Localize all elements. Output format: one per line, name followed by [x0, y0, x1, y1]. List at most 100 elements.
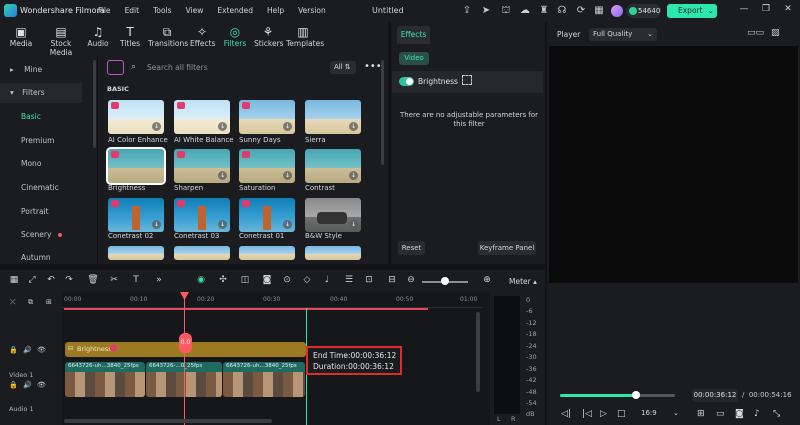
headset-icon[interactable]: ☊ — [556, 5, 568, 17]
sidebar-item-portrait[interactable]: Portrait — [0, 202, 97, 222]
list-icon[interactable]: ☰ — [343, 275, 355, 285]
menu-tools[interactable]: Tools — [153, 6, 171, 15]
filter-thumb-bw-style[interactable]: ↓ — [305, 198, 361, 232]
playhead[interactable] — [184, 292, 185, 425]
gift-icon[interactable]: ⛫ — [500, 5, 512, 17]
filter-thumb-partial[interactable] — [305, 246, 361, 260]
delete-icon[interactable]: 🗑 — [87, 275, 99, 285]
sidebar-item-mono[interactable]: Mono — [0, 154, 97, 174]
aspect-ratio-dropdown[interactable]: 16:9 ⌄ — [641, 409, 681, 421]
keyframe-panel-button[interactable]: Keyframe Panel — [478, 241, 536, 255]
menu-extended[interactable]: Extended — [217, 6, 253, 15]
menu-view[interactable]: View — [186, 6, 204, 15]
download-icon[interactable]: ↓ — [349, 122, 358, 131]
add-track-icon[interactable]: ⤫ — [10, 298, 16, 307]
play-icon[interactable]: ▷ — [600, 409, 607, 419]
search-input[interactable]: Search all filters — [147, 62, 327, 74]
filter-thumb-partial[interactable] — [108, 246, 164, 260]
microphone-icon[interactable]: ♩ — [321, 275, 333, 285]
download-icon[interactable]: ↓ — [283, 220, 292, 229]
audio-mix-icon[interactable]: ⊞ — [46, 298, 52, 306]
filter-thumb-sierra[interactable]: ↓ — [305, 100, 361, 134]
snapshot-icon[interactable]: ▨ — [771, 28, 780, 38]
mute-icon[interactable]: 🔊 — [23, 346, 32, 354]
current-time[interactable]: 00:00:36:12 — [692, 389, 738, 402]
lock-icon[interactable]: 🔒 — [9, 381, 18, 389]
zoom-out-icon[interactable]: ⊖ — [405, 275, 417, 285]
sidebar-item-basic[interactable]: Basic — [0, 107, 97, 127]
fit-icon[interactable]: ⊟ — [386, 275, 398, 285]
sidebar-item-mine[interactable]: ▸ Mine — [0, 60, 97, 80]
close-icon[interactable]: ✕ — [781, 4, 795, 14]
restore-icon[interactable]: ❐ — [759, 4, 773, 14]
timeline-vertical-scrollbar[interactable] — [476, 312, 480, 392]
undo-icon[interactable]: ↶ — [45, 275, 57, 285]
step-back-icon[interactable]: |◁ — [582, 409, 592, 419]
meter-dropdown[interactable]: Meter ▴ — [509, 277, 537, 286]
effect-toggle[interactable] — [399, 77, 414, 86]
filter-thumb-sharpen[interactable]: ↓ — [174, 149, 230, 183]
filter-thumb-sunny-days[interactable]: ↓ — [239, 100, 295, 134]
credits-badge[interactable]: 54640 — [626, 4, 661, 18]
stop-icon[interactable]: □ — [617, 409, 626, 419]
effect-mask-icon[interactable] — [462, 75, 472, 85]
select-tool-icon[interactable]: ⤢ — [26, 275, 38, 285]
tab-audio[interactable]: ♫ Audio — [86, 25, 110, 48]
text-icon[interactable]: T — [130, 275, 142, 285]
lock-icon[interactable]: 🔒 — [9, 346, 18, 354]
filter-scope-dropdown[interactable]: All ⇅ — [330, 61, 356, 74]
reset-button[interactable]: Reset — [398, 241, 425, 255]
tab-templates[interactable]: ▥ Templates — [286, 25, 324, 48]
filter-thumb-ai-color-enhance[interactable]: ↓ — [108, 100, 164, 134]
download-icon[interactable]: ↓ — [218, 220, 227, 229]
mute-icon[interactable]: 🔊 — [23, 381, 32, 389]
menu-edit[interactable]: Edit — [125, 6, 140, 15]
compare-view-icon[interactable]: ▭▭ — [747, 28, 764, 38]
sidebar-item-filters[interactable]: ▾ Filters — [0, 83, 82, 103]
video-clip[interactable]: 6643726-uh...3840_25fps — [223, 362, 305, 397]
menu-file[interactable]: File — [98, 6, 111, 15]
minimize-icon[interactable]: — — [737, 4, 751, 14]
eye-icon[interactable]: 👁 — [37, 346, 46, 354]
zoom-slider-knob[interactable] — [441, 277, 449, 285]
shield-icon[interactable]: ◇ — [301, 275, 313, 285]
download-icon[interactable]: ↓ — [152, 220, 161, 229]
tab-video[interactable]: Video — [399, 52, 429, 65]
quality-dropdown[interactable]: Full Quality ⌄ — [589, 28, 657, 41]
send-icon[interactable]: ➤ — [480, 5, 492, 17]
camera-icon[interactable]: ◙ — [735, 409, 744, 419]
green-screen-icon[interactable]: ◫ — [239, 275, 251, 285]
filter-thumb-partial[interactable] — [239, 246, 295, 260]
menu-version[interactable]: Version — [298, 6, 326, 15]
keyframe-marker[interactable]: 0.0 — [179, 333, 192, 353]
download-icon[interactable]: ↓ — [218, 171, 227, 180]
tab-stock-media[interactable]: ▤ Stock Media — [39, 25, 83, 57]
grid-apps-icon[interactable]: ▦ — [593, 5, 605, 17]
snapshot-tool-icon[interactable]: ◙ — [261, 275, 273, 285]
download-icon[interactable]: ↓ — [283, 171, 292, 180]
fullscreen-icon[interactable]: ⤡ — [773, 409, 780, 419]
tab-media[interactable]: ▣ Media — [9, 25, 33, 48]
speed-icon[interactable]: ⊙ — [281, 275, 293, 285]
notification-icon[interactable]: ♜ — [538, 5, 550, 17]
redo-icon[interactable]: ↷ — [63, 275, 75, 285]
magnet-snap-icon[interactable]: ◉ — [195, 275, 207, 285]
filter-thumb-conetrast-02[interactable]: ↓ — [108, 198, 164, 232]
tab-effects[interactable]: ✧ Effects — [190, 25, 216, 48]
tab-transitions[interactable]: ⧉ Transitions — [148, 25, 188, 48]
download-icon[interactable]: ↓ — [218, 122, 227, 131]
filter-thumb-contrast[interactable]: ↓ — [305, 149, 361, 183]
filter-thumb-ai-white-balance[interactable]: ↓ — [174, 100, 230, 134]
filter-box-icon[interactable] — [107, 60, 124, 75]
upload-icon[interactable]: ⇪ — [461, 5, 473, 17]
download-icon[interactable]: ↓ — [152, 122, 161, 131]
tab-titles[interactable]: T Titles — [118, 25, 142, 48]
menu-help[interactable]: Help — [267, 6, 284, 15]
ai-icon[interactable]: ✣ — [217, 275, 229, 285]
tab-filters[interactable]: ◎ Filters — [223, 25, 247, 48]
link-icon[interactable]: ⧉ — [28, 298, 33, 307]
filters-scrollbar[interactable] — [381, 60, 384, 165]
add-marker-icon[interactable]: ⊞ — [697, 409, 705, 419]
zoom-in-icon[interactable]: ⊕ — [481, 275, 493, 285]
filter-thumb-conetrast-03[interactable]: ↓ — [174, 198, 230, 232]
